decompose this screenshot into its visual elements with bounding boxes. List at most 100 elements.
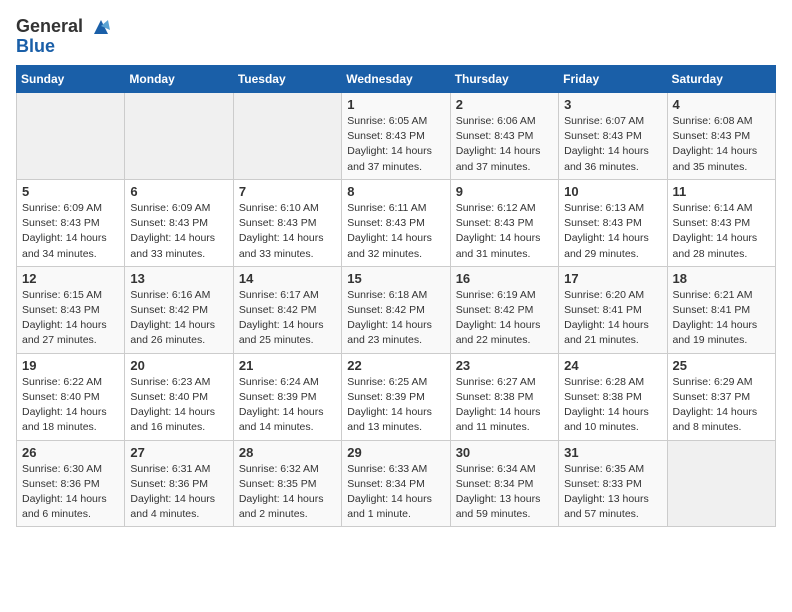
calendar-cell: 26Sunrise: 6:30 AM Sunset: 8:36 PM Dayli… [17,440,125,527]
day-number: 7 [239,184,336,199]
day-number: 5 [22,184,119,199]
day-number: 1 [347,97,444,112]
day-info: Sunrise: 6:28 AM Sunset: 8:38 PM Dayligh… [564,375,661,436]
logo-general: General [16,16,83,36]
day-info: Sunrise: 6:05 AM Sunset: 8:43 PM Dayligh… [347,114,444,175]
calendar-table: SundayMondayTuesdayWednesdayThursdayFrid… [16,65,776,527]
day-number: 25 [673,358,770,373]
day-number: 11 [673,184,770,199]
day-number: 27 [130,445,227,460]
calendar-cell: 24 Sunrise: 6:28 AM Sunset: 8:38 PM Dayli… [559,353,667,440]
day-info: Sunrise: 6:09 AM Sunset: 8:43 PM Dayligh… [22,201,119,262]
calendar-cell: 5 Sunrise: 6:09 AM Sunset: 8:43 PM Daylig… [17,179,125,266]
day-number: 15 [347,271,444,286]
day-info: Sunrise: 6:09 AM Sunset: 8:43 PM Dayligh… [130,201,227,262]
week-row-4: 19 Sunrise: 6:22 AM Sunset: 8:40 PM Dayli… [17,353,776,440]
day-number: 4 [673,97,770,112]
day-header-thursday: Thursday [450,66,558,93]
calendar-cell: 12 Sunrise: 6:15 AM Sunset: 8:43 PM Dayli… [17,266,125,353]
logo-blue: Blue [16,36,112,57]
calendar-cell [17,93,125,180]
day-number: 6 [130,184,227,199]
day-info: Sunrise: 6:27 AM Sunset: 8:38 PM Dayligh… [456,375,553,436]
day-number: 8 [347,184,444,199]
day-number: 19 [22,358,119,373]
calendar-cell: 10Sunrise: 6:13 AM Sunset: 8:43 PM Dayli… [559,179,667,266]
day-number: 14 [239,271,336,286]
day-header-saturday: Saturday [667,66,775,93]
day-number: 21 [239,358,336,373]
calendar-cell: 23 Sunrise: 6:27 AM Sunset: 8:38 PM Dayli… [450,353,558,440]
week-row-2: 5 Sunrise: 6:09 AM Sunset: 8:43 PM Daylig… [17,179,776,266]
day-info: Sunrise: 6:29 AM Sunset: 8:37 PM Dayligh… [673,375,770,436]
day-number: 29 [347,445,444,460]
day-info: Sunrise: 6:24 AM Sunset: 8:39 PM Dayligh… [239,375,336,436]
calendar-cell: 25 Sunrise: 6:29 AM Sunset: 8:37 PM Dayli… [667,353,775,440]
day-number: 18 [673,271,770,286]
calendar-cell: 4Sunrise: 6:08 AM Sunset: 8:43 PM Daylig… [667,93,775,180]
calendar-cell: 29 Sunrise: 6:33 AM Sunset: 8:34 PM Dayli… [342,440,450,527]
day-header-tuesday: Tuesday [233,66,341,93]
calendar-cell: 1 Sunrise: 6:05 AM Sunset: 8:43 PM Daylig… [342,93,450,180]
calendar-cell: 15 Sunrise: 6:18 AM Sunset: 8:42 PM Dayli… [342,266,450,353]
day-info: Sunrise: 6:32 AM Sunset: 8:35 PM Dayligh… [239,462,336,523]
day-info: Sunrise: 6:14 AM Sunset: 8:43 PM Dayligh… [673,201,770,262]
day-info: Sunrise: 6:22 AM Sunset: 8:40 PM Dayligh… [22,375,119,436]
day-info: Sunrise: 6:13 AM Sunset: 8:43 PM Dayligh… [564,201,661,262]
day-info: Sunrise: 6:30 AM Sunset: 8:36 PM Dayligh… [22,462,119,523]
calendar-cell: 20 Sunrise: 6:23 AM Sunset: 8:40 PM Dayli… [125,353,233,440]
day-number: 12 [22,271,119,286]
day-info: Sunrise: 6:06 AM Sunset: 8:43 PM Dayligh… [456,114,553,175]
day-number: 20 [130,358,227,373]
calendar-cell: 18 Sunrise: 6:21 AM Sunset: 8:41 PM Dayli… [667,266,775,353]
day-number: 13 [130,271,227,286]
day-info: Sunrise: 6:34 AM Sunset: 8:34 PM Dayligh… [456,462,553,523]
day-info: Sunrise: 6:12 AM Sunset: 8:43 PM Dayligh… [456,201,553,262]
day-info: Sunrise: 6:16 AM Sunset: 8:42 PM Dayligh… [130,288,227,349]
days-header-row: SundayMondayTuesdayWednesdayThursdayFrid… [17,66,776,93]
calendar-cell: 6 Sunrise: 6:09 AM Sunset: 8:43 PM Daylig… [125,179,233,266]
day-info: Sunrise: 6:23 AM Sunset: 8:40 PM Dayligh… [130,375,227,436]
calendar-cell: 19 Sunrise: 6:22 AM Sunset: 8:40 PM Dayli… [17,353,125,440]
logo-icon [90,16,112,38]
calendar-cell: 22 Sunrise: 6:25 AM Sunset: 8:39 PM Dayli… [342,353,450,440]
calendar-cell [125,93,233,180]
day-info: Sunrise: 6:25 AM Sunset: 8:39 PM Dayligh… [347,375,444,436]
calendar-cell: 2 Sunrise: 6:06 AM Sunset: 8:43 PM Daylig… [450,93,558,180]
day-header-friday: Friday [559,66,667,93]
calendar-cell: 3 Sunrise: 6:07 AM Sunset: 8:43 PM Daylig… [559,93,667,180]
day-info: Sunrise: 6:19 AM Sunset: 8:42 PM Dayligh… [456,288,553,349]
day-number: 24 [564,358,661,373]
day-info: Sunrise: 6:15 AM Sunset: 8:43 PM Dayligh… [22,288,119,349]
day-info: Sunrise: 6:33 AM Sunset: 8:34 PM Dayligh… [347,462,444,523]
day-number: 9 [456,184,553,199]
day-number: 23 [456,358,553,373]
day-number: 17 [564,271,661,286]
day-number: 2 [456,97,553,112]
day-number: 30 [456,445,553,460]
calendar-cell: 9 Sunrise: 6:12 AM Sunset: 8:43 PM Daylig… [450,179,558,266]
calendar-cell: 30 Sunrise: 6:34 AM Sunset: 8:34 PM Dayli… [450,440,558,527]
calendar-cell: 28Sunrise: 6:32 AM Sunset: 8:35 PM Dayli… [233,440,341,527]
day-number: 16 [456,271,553,286]
day-number: 22 [347,358,444,373]
calendar-cell: 31 Sunrise: 6:35 AM Sunset: 8:33 PM Dayli… [559,440,667,527]
day-info: Sunrise: 6:07 AM Sunset: 8:43 PM Dayligh… [564,114,661,175]
day-info: Sunrise: 6:21 AM Sunset: 8:41 PM Dayligh… [673,288,770,349]
day-info: Sunrise: 6:18 AM Sunset: 8:42 PM Dayligh… [347,288,444,349]
week-row-3: 12 Sunrise: 6:15 AM Sunset: 8:43 PM Dayli… [17,266,776,353]
day-info: Sunrise: 6:35 AM Sunset: 8:33 PM Dayligh… [564,462,661,523]
page-header: General Blue [16,16,776,57]
calendar-cell: 13 Sunrise: 6:16 AM Sunset: 8:42 PM Dayli… [125,266,233,353]
calendar-cell: 8Sunrise: 6:11 AM Sunset: 8:43 PM Daylig… [342,179,450,266]
day-number: 31 [564,445,661,460]
day-number: 3 [564,97,661,112]
logo: General Blue [16,16,112,57]
calendar-cell: 11 Sunrise: 6:14 AM Sunset: 8:43 PM Dayli… [667,179,775,266]
day-info: Sunrise: 6:10 AM Sunset: 8:43 PM Dayligh… [239,201,336,262]
calendar-cell: 27 Sunrise: 6:31 AM Sunset: 8:36 PM Dayli… [125,440,233,527]
day-info: Sunrise: 6:31 AM Sunset: 8:36 PM Dayligh… [130,462,227,523]
day-info: Sunrise: 6:17 AM Sunset: 8:42 PM Dayligh… [239,288,336,349]
calendar-cell: 17Sunrise: 6:20 AM Sunset: 8:41 PM Dayli… [559,266,667,353]
calendar-cell [233,93,341,180]
